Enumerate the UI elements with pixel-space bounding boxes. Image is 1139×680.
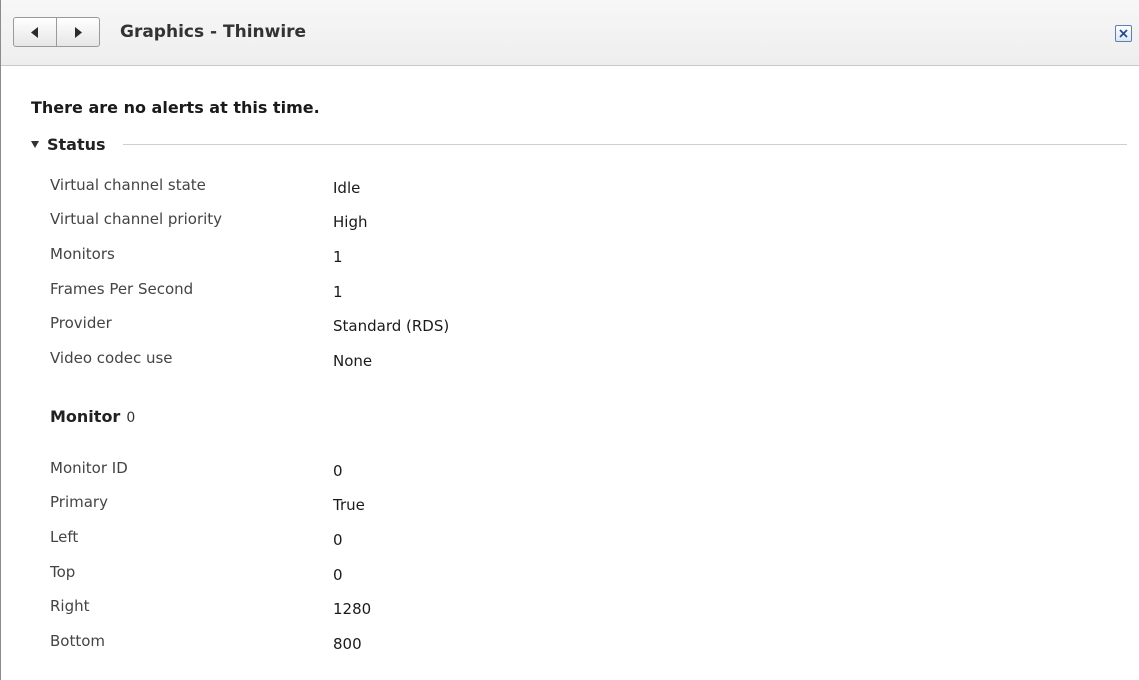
status-row-provider: Provider Standard (RDS) bbox=[1, 314, 601, 344]
chevron-left-icon bbox=[31, 26, 38, 38]
status-row-virtual-channel-state: Virtual channel state Idle bbox=[1, 176, 601, 206]
row-value: 0 bbox=[333, 462, 343, 480]
forward-button[interactable] bbox=[56, 18, 99, 46]
status-row-virtual-channel-priority: Virtual channel priority High bbox=[1, 210, 601, 240]
row-value: Standard (RDS) bbox=[333, 317, 450, 335]
row-value: None bbox=[333, 352, 373, 370]
status-row-monitors: Monitors 1 bbox=[1, 245, 601, 275]
header-bar: Graphics - Thinwire bbox=[1, 0, 1139, 66]
row-label: Primary bbox=[50, 493, 108, 511]
monitor-index: 0 bbox=[126, 410, 136, 426]
monitor-subheading: Monitor 0 bbox=[50, 407, 135, 426]
collapse-triangle-icon[interactable] bbox=[31, 140, 39, 148]
row-value: 1280 bbox=[333, 600, 372, 618]
row-label: Virtual channel priority bbox=[50, 210, 223, 228]
monitor-row-right: Right 1280 bbox=[1, 597, 601, 627]
row-value: True bbox=[333, 496, 365, 514]
monitor-row-monitor-id: Monitor ID 0 bbox=[1, 459, 601, 489]
row-value: 1 bbox=[333, 283, 343, 301]
monitor-row-left: Left 0 bbox=[1, 528, 601, 558]
page-title: Graphics - Thinwire bbox=[120, 22, 307, 42]
section-divider bbox=[122, 143, 1127, 145]
status-row-video-codec-use: Video codec use None bbox=[1, 349, 601, 379]
row-label: Monitors bbox=[50, 245, 115, 263]
row-label: Provider bbox=[50, 314, 112, 332]
row-label: Frames Per Second bbox=[50, 280, 194, 298]
row-value: 0 bbox=[333, 531, 343, 549]
row-label: Left bbox=[50, 528, 79, 546]
back-button[interactable] bbox=[14, 18, 56, 46]
navigation-buttons bbox=[13, 17, 100, 47]
graphics-thinwire-window: Graphics - Thinwire There are no alerts … bbox=[0, 0, 1139, 680]
alerts-message: There are no alerts at this time. bbox=[31, 98, 320, 117]
row-value: 1 bbox=[333, 248, 343, 266]
monitor-row-bottom: Bottom 800 bbox=[1, 632, 601, 662]
close-icon bbox=[1119, 29, 1128, 38]
row-label: Virtual channel state bbox=[50, 176, 206, 194]
monitor-row-top: Top 0 bbox=[1, 563, 601, 593]
row-label: Bottom bbox=[50, 632, 106, 650]
monitor-subheading-title: Monitor bbox=[50, 407, 121, 426]
monitor-row-primary: Primary True bbox=[1, 493, 601, 523]
row-label: Video codec use bbox=[50, 349, 173, 367]
status-row-frames-per-second: Frames Per Second 1 bbox=[1, 280, 601, 310]
row-value: 0 bbox=[333, 566, 343, 584]
row-value: 800 bbox=[333, 635, 362, 653]
status-section-title: Status bbox=[47, 134, 106, 154]
row-label: Monitor ID bbox=[50, 459, 128, 477]
row-label: Right bbox=[50, 597, 90, 615]
row-value: Idle bbox=[333, 179, 361, 197]
status-section-header[interactable]: Status bbox=[31, 132, 1127, 156]
row-value: High bbox=[333, 213, 368, 231]
chevron-right-icon bbox=[75, 26, 82, 38]
row-label: Top bbox=[50, 563, 76, 581]
close-button[interactable] bbox=[1115, 25, 1132, 42]
